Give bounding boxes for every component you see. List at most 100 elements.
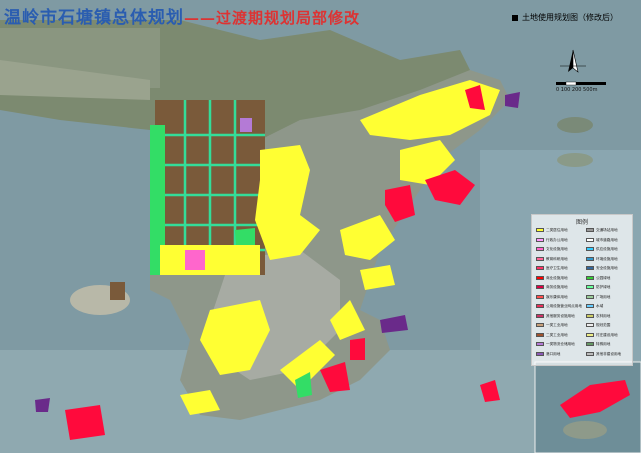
legend-label: 交通场站用地 (596, 228, 618, 232)
legend-label: 其他服务设施用地 (546, 313, 575, 318)
legend-item: 公用设施营业网点用地 (536, 304, 582, 309)
legend-label: 公用设施营业网点用地 (546, 304, 582, 308)
legend-swatch (586, 351, 594, 356)
legend-label: 二类工业用地 (546, 332, 568, 337)
legend-swatch (536, 275, 544, 280)
legend: 图例 二类居住用地 行政办公用地 文化设施用地 教育科研用地 医疗卫生用地 商业设施用地商… (531, 214, 633, 366)
legend-label: 村庄建设用地 (596, 332, 618, 337)
legend-label: 教育科研用地 (546, 256, 568, 261)
legend-swatch (586, 228, 594, 232)
legend-swatch (536, 313, 544, 318)
legend-item: 水域 (586, 304, 603, 309)
legend-swatch (536, 304, 544, 308)
map-caption: 土地使用规划图（修改后） (512, 12, 618, 23)
legend-label: 二类居住用地 (546, 228, 568, 232)
legend-item: 文化设施用地 (536, 247, 568, 252)
legend-swatch (586, 266, 594, 270)
legend-label: 一类物流仓储用地 (546, 342, 575, 346)
legend-item: 一类工业用地 (536, 323, 568, 328)
scale-labels: 0 100 200 500m (556, 87, 598, 93)
legend-item: 交通场站用地 (586, 228, 618, 233)
legend-swatch (536, 351, 544, 356)
legend-label: 一类工业用地 (546, 323, 568, 327)
legend-item: 行政办公用地 (536, 237, 568, 243)
legend-item: 医疗卫生用地 (536, 266, 568, 271)
legend-item: 二类工业用地 (536, 332, 568, 338)
title-subtitle: ——过渡期规划局部修改 (184, 9, 361, 27)
island-ne (557, 117, 593, 133)
legend-swatch (536, 342, 544, 346)
caption-square-icon (512, 14, 518, 21)
legend-item: 供应设施用地 (586, 247, 618, 252)
legend-swatch (586, 237, 594, 242)
legend-swatch (536, 323, 544, 327)
legend-swatch (536, 294, 544, 299)
legend-label: 防护绿地 (596, 285, 611, 289)
legend-swatch (586, 247, 594, 251)
legend-swatch (536, 266, 544, 270)
map-canvas: 温岭市石塘镇总体规划——过渡期规划局部修改 土地使用规划图（修改后） 0 100… (0, 0, 641, 453)
legend-swatch (586, 332, 594, 337)
legend-item: 安全设施用地 (586, 266, 618, 271)
legend-item: 广场用地 (586, 294, 611, 300)
scale-bar (556, 81, 606, 86)
legend-item: 教育科研用地 (536, 256, 568, 262)
legend-swatch (586, 294, 594, 299)
legend-item: 环境设施用地 (586, 256, 618, 262)
legend-swatch (586, 285, 594, 289)
legend-swatch (586, 275, 594, 280)
legend-item: 农林用地 (586, 313, 611, 319)
commercial-bay (350, 338, 365, 360)
legend-label: 规划范围 (596, 323, 611, 327)
legend-item: 一类物流仓储用地 (536, 342, 575, 347)
title-main: 温岭市石塘镇总体规划 (4, 8, 184, 28)
inset-island-south (563, 421, 607, 439)
legend-item: 商业设施用地 (536, 275, 568, 281)
storage-plot (240, 118, 252, 132)
legend-swatch (586, 342, 594, 346)
legend-label: 商业设施用地 (546, 275, 568, 280)
legend-swatch (536, 228, 544, 232)
island-e (557, 153, 593, 167)
legend-swatch (536, 256, 544, 261)
legend-item: 二类居住用地 (536, 228, 568, 233)
legend-item: 娱乐康体用地 (536, 294, 568, 300)
legend-label: 行政办公用地 (546, 237, 568, 242)
legend-label: 供应设施用地 (596, 247, 618, 251)
legend-label: 港口用地 (546, 351, 561, 356)
legend-label: 广场用地 (596, 294, 611, 299)
legend-title: 图例 (575, 219, 588, 226)
legend-label: 娱乐康体用地 (546, 294, 568, 299)
legend-label: 环境设施用地 (596, 256, 618, 261)
legend-label: 医疗卫生用地 (546, 266, 568, 270)
legend-swatch (536, 285, 544, 289)
legend-label: 特殊用地 (596, 342, 611, 346)
page-title: 温岭市石塘镇总体规划——过渡期规划局部修改 (4, 3, 360, 28)
legend-item: 村庄建设用地 (586, 332, 618, 338)
legend-item: 规划范围 (586, 323, 610, 328)
legend-label: 文化设施用地 (546, 247, 568, 251)
legend-swatch (586, 304, 594, 308)
park-central (235, 228, 255, 245)
legend-item: 防护绿地 (586, 285, 610, 290)
legend-label: 商务设施用地 (546, 285, 568, 289)
legend-label: 其他非建设用地 (596, 351, 622, 356)
commercial-southwest-island (65, 405, 105, 440)
legend-item: 其他非建设用地 (586, 351, 622, 357)
public-facility (185, 250, 205, 270)
legend-swatch (586, 256, 594, 261)
legend-swatch (536, 237, 544, 242)
legend-label: 公园绿地 (596, 275, 611, 280)
residential-south-grid (160, 245, 260, 275)
legend-swatch (536, 332, 544, 337)
legend-item: 港口用地 (536, 351, 561, 357)
industrial-west (110, 282, 125, 300)
legend-label: 城市道路用地 (596, 237, 618, 242)
legend-swatch (586, 313, 594, 318)
legend-item: 商务设施用地 (536, 285, 568, 290)
port-west (35, 398, 50, 412)
legend-item: 其他服务设施用地 (536, 313, 575, 319)
legend-label: 农林用地 (596, 313, 611, 318)
caption-text: 土地使用规划图（修改后） (522, 13, 618, 22)
legend-label: 安全设施用地 (596, 266, 618, 270)
